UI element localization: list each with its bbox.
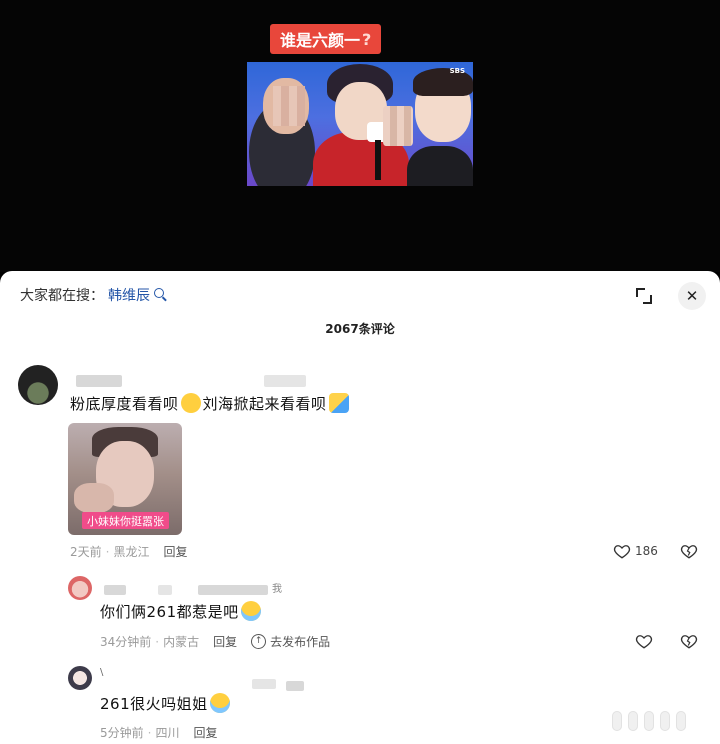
heart-outline-icon	[613, 545, 631, 559]
username-badge-blurred	[264, 375, 306, 387]
avatar[interactable]	[68, 666, 92, 690]
publish-work-button[interactable]: ↑ 去发布作品	[251, 633, 330, 650]
hug-face-emoji	[328, 393, 349, 413]
reply-button[interactable]: 回复	[213, 633, 237, 650]
indicator-pill	[612, 711, 622, 731]
expand-icon-corner	[643, 295, 652, 304]
like-button[interactable]: 186	[613, 542, 658, 560]
close-icon: ✕	[685, 287, 699, 305]
indicator-pill	[628, 711, 638, 731]
broken-heart-icon[interactable]	[680, 632, 698, 650]
channel-logo: SBS	[449, 67, 465, 75]
trending-search-link[interactable]: 韩维辰	[108, 285, 150, 305]
indicator-pill	[644, 711, 654, 731]
avatar[interactable]	[18, 365, 58, 405]
username-initial[interactable]: \	[100, 667, 103, 678]
comment-text-part1: 粉底厚度看看呗	[70, 394, 179, 413]
username-blurred[interactable]	[104, 585, 126, 595]
username-blurred-2	[158, 585, 172, 595]
broken-heart-icon[interactable]	[680, 542, 698, 560]
comment-location: 内蒙古	[163, 635, 200, 649]
comment-location: 黑龙江	[113, 545, 150, 559]
indicator-pill	[676, 711, 686, 731]
person-right-body	[407, 146, 473, 186]
username-blurred	[252, 679, 276, 689]
trending-search-prefix: 大家都在搜：	[20, 288, 104, 304]
video-caption-text: 谁是六颜一	[280, 31, 361, 50]
comment-count: 2067条评论	[325, 322, 395, 336]
pixel-mosaic-right	[383, 106, 413, 146]
upload-circle-icon: ↑	[251, 634, 267, 649]
comment-meta: 34分钟前 · 内蒙古 回复 ↑ 去发布作品	[100, 633, 330, 650]
separator-dot: ·	[147, 725, 152, 740]
pixel-mosaic-left	[273, 86, 305, 126]
search-icon	[154, 288, 164, 298]
heart-outline-icon[interactable]	[635, 632, 653, 650]
comment-text: 261很火吗姐姐	[100, 691, 232, 715]
indicator-pill	[660, 711, 670, 731]
comment-sticker-image[interactable]: 小妹妹你挺嚣张	[68, 423, 182, 535]
sticker-caption: 小妹妹你挺嚣张	[82, 512, 169, 529]
expand-button[interactable]	[633, 285, 655, 307]
comment-text-content: 你们俩261都惹是吧	[100, 602, 239, 621]
comment-meta: 2天前 · 黑龙江 回复	[70, 543, 188, 560]
reply-button[interactable]: 回复	[163, 543, 187, 560]
comment-text: 粉底厚度看看呗 刘海掀起来看看呗	[70, 391, 351, 415]
like-count: 186	[635, 544, 658, 558]
scroll-indicator	[612, 711, 686, 731]
username-blurred-2	[286, 681, 304, 691]
video-caption-badge: 谁是六颜一 ?	[270, 24, 382, 54]
comment-text: 你们俩261都惹是吧	[100, 599, 263, 623]
microphone	[375, 140, 381, 180]
trending-search[interactable]: 大家都在搜： 韩维辰	[20, 285, 164, 305]
sticker-hand	[74, 483, 114, 513]
close-button[interactable]: ✕	[678, 282, 706, 310]
comment-text-content: 261很火吗姐姐	[100, 694, 208, 713]
video-player[interactable]: 谁是六颜一 ? SBS	[0, 0, 720, 272]
separator-dot: ·	[105, 544, 110, 559]
comment-time: 34分钟前	[100, 635, 152, 649]
publish-work-label: 去发布作品	[270, 635, 331, 649]
kiss-face-emoji	[180, 393, 201, 413]
laughing-crying-emoji	[209, 693, 230, 713]
comment-time: 2天前	[70, 545, 102, 559]
comment-meta: 5分钟前 · 四川 回复	[100, 724, 218, 741]
comment-text-part2: 刘海掀起来看看呗	[202, 394, 327, 413]
separator-dot: ·	[155, 634, 160, 649]
comment-sheet: 大家都在搜： 韩维辰 ✕ 2067条评论 粉底厚度看看呗 刘海掀起来看看呗 小妹…	[0, 271, 720, 744]
avatar[interactable]	[68, 576, 92, 600]
video-frame: SBS	[247, 62, 473, 186]
username-blurred[interactable]	[76, 375, 122, 387]
username-tail: 我	[272, 584, 282, 595]
laughing-crying-emoji	[240, 601, 261, 621]
comment-time: 5分钟前	[100, 726, 144, 740]
username-blurred-3	[198, 585, 268, 595]
video-caption-mark: ?	[362, 29, 372, 49]
comment-location: 四川	[155, 726, 180, 740]
reply-button[interactable]: 回复	[193, 724, 217, 741]
